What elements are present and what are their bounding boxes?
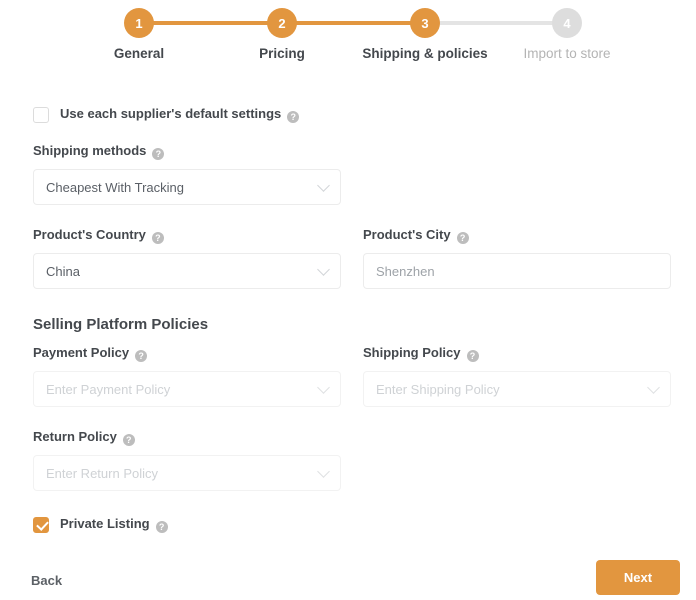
- shipping-policy-label: Shipping Policy?: [363, 346, 671, 362]
- selling-platform-policies-heading: Selling Platform Policies: [33, 316, 209, 333]
- product-country-select[interactable]: China: [33, 253, 341, 289]
- chevron-down-icon-shipping-methods: [317, 179, 330, 192]
- shipping-methods-value: Cheapest With Tracking: [46, 179, 185, 195]
- shipping-policy-field: Shipping Policy? Enter Shipping Policy: [363, 346, 671, 407]
- return-policy-field: Return Policy? Enter Return Policy: [33, 430, 341, 491]
- shipping-methods-field: Shipping methods? Cheapest With Tracking: [33, 144, 341, 205]
- shipping-methods-select[interactable]: Cheapest With Tracking: [33, 169, 341, 205]
- back-button[interactable]: Back: [27, 569, 66, 592]
- product-city-field: Product's City? Shenzhen: [363, 228, 671, 289]
- shipping-policy-value: Enter Shipping Policy: [376, 381, 500, 397]
- supplier-defaults-label: Use each supplier's default settings?: [60, 106, 300, 123]
- return-policy-label: Return Policy?: [33, 430, 341, 446]
- stepper-label-import-to-store: Import to store: [523, 46, 611, 61]
- help-icon-shipping-methods[interactable]: ?: [152, 148, 165, 160]
- shipping-policy-select[interactable]: Enter Shipping Policy: [363, 371, 671, 407]
- stepper-bubble-1: 1: [124, 8, 154, 38]
- private-listing-checkbox-row[interactable]: Private Listing?: [33, 516, 168, 533]
- chevron-down-icon-shipping-policy: [647, 381, 660, 394]
- stepper-bubble-4: 4: [552, 8, 582, 38]
- shipping-methods-label: Shipping methods?: [33, 144, 341, 160]
- product-city-value: Shenzhen: [376, 263, 435, 279]
- payment-policy-value: Enter Payment Policy: [46, 381, 171, 397]
- stepper-connector-2-3: [282, 21, 425, 25]
- stepper-label-general: General: [113, 46, 165, 61]
- product-country-label: Product's Country?: [33, 228, 341, 244]
- help-icon-shipping-policy[interactable]: ?: [466, 350, 479, 362]
- stepper-bubble-2: 2: [267, 8, 297, 38]
- chevron-down-icon-payment-policy: [317, 381, 330, 394]
- stepper-label-shipping-policies: Shipping & policies: [362, 46, 488, 61]
- help-icon-product-country[interactable]: ?: [151, 232, 164, 244]
- chevron-down-icon-return-policy: [317, 465, 330, 478]
- return-policy-value: Enter Return Policy: [46, 465, 158, 481]
- payment-policy-label: Payment Policy?: [33, 346, 341, 362]
- help-icon-return-policy[interactable]: ?: [122, 434, 135, 446]
- supplier-defaults-checkbox-row[interactable]: Use each supplier's default settings?: [33, 106, 300, 123]
- wizard-stepper: 1 General 2 Pricing 3 Shipping & policie…: [0, 0, 696, 78]
- payment-policy-select[interactable]: Enter Payment Policy: [33, 371, 341, 407]
- help-icon-product-city[interactable]: ?: [456, 232, 469, 244]
- stepper-bubble-3: 3: [410, 8, 440, 38]
- product-city-label: Product's City?: [363, 228, 671, 244]
- private-listing-checkbox[interactable]: [33, 516, 49, 533]
- stepper-connector-3-4: [425, 21, 567, 25]
- supplier-defaults-checkbox[interactable]: [33, 106, 49, 123]
- product-country-field: Product's Country? China: [33, 228, 341, 289]
- help-icon-payment-policy[interactable]: ?: [135, 350, 148, 362]
- help-icon-private-listing[interactable]: ?: [155, 521, 168, 533]
- stepper-connector-1-2: [139, 21, 282, 25]
- stepper-label-pricing: Pricing: [259, 46, 305, 61]
- stepper-track: [139, 21, 567, 25]
- return-policy-select[interactable]: Enter Return Policy: [33, 455, 341, 491]
- private-listing-label: Private Listing?: [60, 516, 168, 533]
- payment-policy-field: Payment Policy? Enter Payment Policy: [33, 346, 341, 407]
- help-icon-supplier-defaults[interactable]: ?: [287, 111, 300, 123]
- product-city-input[interactable]: Shenzhen: [363, 253, 671, 289]
- product-country-value: China: [46, 263, 80, 279]
- chevron-down-icon-product-country: [317, 263, 330, 276]
- shipping-policies-wizard-page: 1 General 2 Pricing 3 Shipping & policie…: [0, 0, 696, 600]
- next-button[interactable]: Next: [596, 560, 680, 595]
